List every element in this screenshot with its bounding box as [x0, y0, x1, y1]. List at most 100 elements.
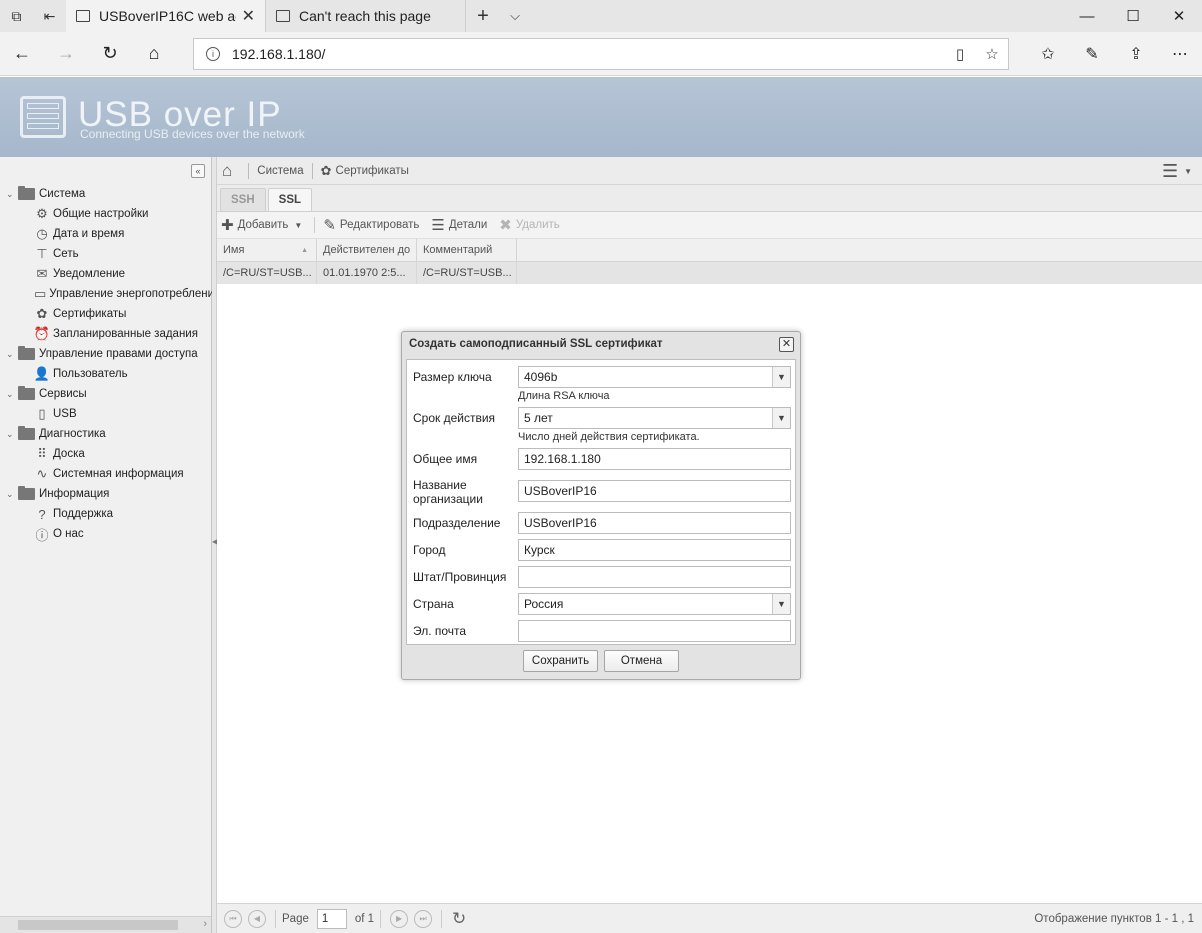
- sidebar-item[interactable]: ⠿ Доска: [0, 444, 211, 464]
- sidebar-item[interactable]: ▯ USB: [0, 404, 211, 424]
- more-icon[interactable]: ⋯: [1158, 32, 1202, 76]
- expand-toggle-icon[interactable]: ⌄: [6, 429, 16, 440]
- refresh-button[interactable]: ↻: [88, 32, 132, 76]
- city-field[interactable]: Курск: [518, 539, 791, 561]
- expand-toggle-icon[interactable]: ⌄: [6, 489, 16, 500]
- breadcrumb-item-system[interactable]: Система: [257, 165, 303, 177]
- expand-toggle-icon[interactable]: ⌄: [6, 389, 16, 400]
- sidebar-item[interactable]: ✉ Уведомление: [0, 264, 211, 284]
- table-row[interactable]: /C=RU/ST=USB... 01.01.1970 2:5... /C=RU/…: [217, 262, 1202, 284]
- unit-field[interactable]: USBoverIP16: [518, 512, 791, 534]
- new-tab-button[interactable]: +: [466, 0, 500, 32]
- first-page-icon[interactable]: ⏮: [224, 909, 242, 928]
- sidebar-group[interactable]: ⌄ Диагностика: [0, 424, 211, 444]
- email-field[interactable]: [518, 620, 791, 642]
- address-bar[interactable]: i 192.168.1.180/ ▯ ☆: [193, 38, 1009, 70]
- reading-view-icon[interactable]: ▯: [944, 45, 976, 63]
- chevron-down-icon[interactable]: ▼: [772, 408, 790, 428]
- column-header-label: Имя: [223, 244, 245, 256]
- browser-tab-title: Can't reach this page: [299, 8, 431, 24]
- address-url[interactable]: 192.168.1.180/: [232, 46, 944, 62]
- page-input[interactable]: 1: [316, 908, 347, 929]
- sidebar-item[interactable]: ◷ Дата и время: [0, 224, 211, 244]
- table-cell: /C=RU/ST=USB...: [417, 262, 517, 284]
- info-icon[interactable]: i: [206, 47, 220, 61]
- forward-button[interactable]: →: [44, 32, 88, 76]
- browser-tabbar: ⧉ ⇤ USBoverIP16C web adm ✕ Can't reach t…: [0, 0, 1202, 32]
- validity-select[interactable]: 5 лет ▼: [518, 407, 791, 429]
- browser-tab[interactable]: Can't reach this page: [266, 0, 466, 32]
- sidebar-item[interactable]: ⚙ Общие настройки: [0, 204, 211, 224]
- share-icon[interactable]: ⇪: [1114, 32, 1158, 76]
- tab-actions-icon[interactable]: ⧉: [0, 0, 33, 32]
- cancel-button[interactable]: Отмена: [604, 650, 679, 672]
- window-close-button[interactable]: ✕: [1156, 0, 1202, 32]
- sidebar-scrollbar[interactable]: ›: [0, 916, 211, 933]
- back-button[interactable]: ←: [0, 32, 44, 76]
- chevron-down-icon[interactable]: ▼: [772, 367, 790, 387]
- sidebar-item[interactable]: ✿ Сертификаты: [0, 304, 211, 324]
- dialog-form: Размер ключа 4096b ▼ Длина RSA ключа Сро…: [406, 359, 796, 645]
- key-size-select[interactable]: 4096b ▼: [518, 366, 791, 388]
- state-field[interactable]: [518, 566, 791, 588]
- save-button[interactable]: Сохранить: [523, 650, 598, 672]
- sidebar-item[interactable]: ⏰ Запланированные задания: [0, 324, 211, 344]
- country-value: Россия: [524, 597, 564, 611]
- sidebar-item[interactable]: ∿ Системная информация: [0, 464, 211, 484]
- sidebar-group-label: Система: [39, 188, 86, 200]
- sidebar-item[interactable]: 👤 Пользователь: [0, 364, 211, 384]
- collapse-sidebar-button[interactable]: «: [191, 163, 205, 178]
- chevron-down-icon[interactable]: ⌵: [500, 0, 530, 32]
- favorites-hub-icon[interactable]: ✩: [1026, 32, 1070, 76]
- column-header-valid-until[interactable]: Действителен до: [317, 239, 417, 261]
- prev-page-icon[interactable]: ◀: [248, 909, 266, 928]
- common-name-field[interactable]: 192.168.1.180: [518, 448, 791, 470]
- column-header-comment[interactable]: Комментарий: [417, 239, 517, 261]
- page-icon: [276, 10, 290, 22]
- country-select[interactable]: Россия ▼: [518, 593, 791, 615]
- add-button[interactable]: ✚ Добавить ▼: [221, 216, 302, 234]
- web-note-icon[interactable]: ✎: [1070, 32, 1114, 76]
- tab-ssh[interactable]: SSH: [220, 188, 266, 211]
- chevron-right-icon[interactable]: ›: [203, 918, 207, 930]
- sidebar-item[interactable]: ⓘ О нас: [0, 524, 211, 544]
- sidebar-group[interactable]: ⌄ Сервисы: [0, 384, 211, 404]
- details-button[interactable]: ☰ Детали: [431, 216, 487, 234]
- browser-tab-active[interactable]: USBoverIP16C web adm ✕: [66, 0, 266, 32]
- organization-field[interactable]: USBoverIP16: [518, 480, 791, 502]
- column-header-name[interactable]: Имя ▲: [217, 239, 317, 261]
- breadcrumb: ⌂ Система ✿ Сертификаты ☰ ▼: [217, 157, 1202, 185]
- delete-button[interactable]: ✖ Удалить: [499, 216, 559, 234]
- edit-button[interactable]: ✎ Редактировать: [323, 216, 419, 234]
- sidebar-group[interactable]: ⌄ Информация: [0, 484, 211, 504]
- main-menu-button[interactable]: ☰ ▼: [1162, 162, 1192, 180]
- set-aside-tabs-icon[interactable]: ⇤: [33, 0, 66, 32]
- next-page-icon[interactable]: ▶: [390, 909, 409, 928]
- sidebar-item[interactable]: ⊤ Сеть: [0, 244, 211, 264]
- tab-ssl[interactable]: SSL: [267, 188, 313, 211]
- alarm-clock-icon: ⏰: [33, 326, 51, 341]
- certificate-icon: ✿: [320, 162, 332, 178]
- expand-toggle-icon[interactable]: ⌄: [6, 189, 16, 200]
- browser-navbar: ← → ↻ ⌂ i 192.168.1.180/ ▯ ☆ ✩ ✎ ⇪ ⋯: [0, 32, 1202, 76]
- scrollbar-thumb[interactable]: [18, 920, 178, 930]
- favorite-star-icon[interactable]: ☆: [976, 45, 1008, 63]
- sidebar-group[interactable]: ⌄ Система: [0, 184, 211, 204]
- breadcrumb-item-certificates[interactable]: Сертификаты: [336, 165, 409, 177]
- sidebar-group[interactable]: ⌄ Управление правами доступа: [0, 344, 211, 364]
- expand-toggle-icon[interactable]: ⌄: [6, 349, 16, 360]
- home-icon[interactable]: ⌂: [222, 161, 232, 181]
- sidebar-item[interactable]: ? Поддержка: [0, 504, 211, 524]
- close-icon[interactable]: ✕: [779, 337, 794, 352]
- last-page-icon[interactable]: ⏭: [414, 909, 433, 928]
- chevron-down-icon[interactable]: ▼: [772, 594, 790, 614]
- question-icon: ?: [38, 506, 46, 522]
- close-icon[interactable]: ✕: [242, 6, 255, 26]
- sidebar-item[interactable]: ▭ Управление энергопотребления: [0, 284, 220, 304]
- home-button[interactable]: ⌂: [132, 32, 176, 76]
- app-header: USB over IP Connecting USB devices over …: [0, 77, 1202, 157]
- minimize-button[interactable]: —: [1064, 0, 1110, 32]
- page-count: of 1: [354, 912, 375, 925]
- maximize-button[interactable]: ☐: [1110, 0, 1156, 32]
- refresh-icon[interactable]: ↻: [452, 909, 466, 929]
